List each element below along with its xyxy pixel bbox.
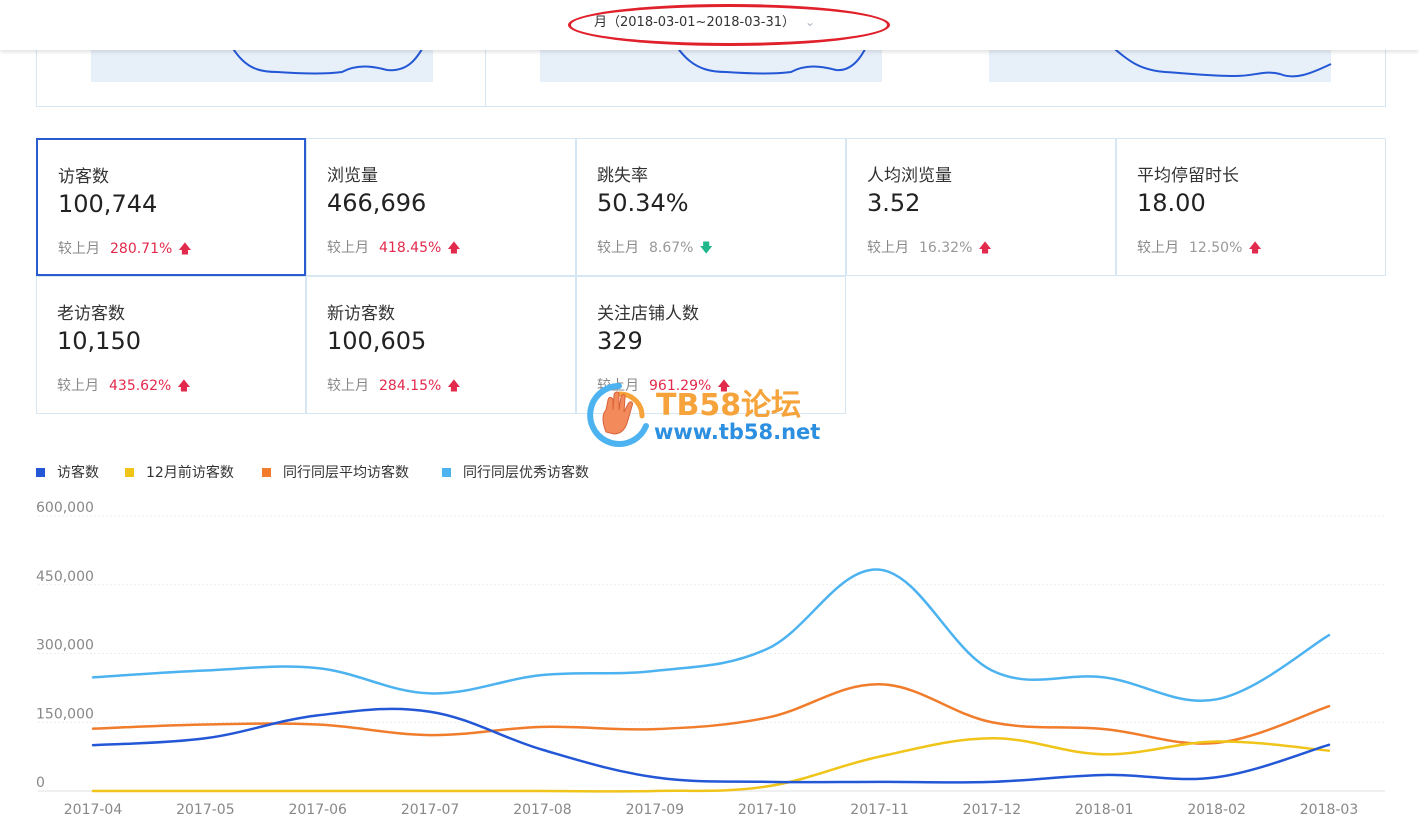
metric-card-new-visitors[interactable]: 新访客数 100,605 较上月 284.15% 🡅 — [306, 276, 576, 414]
compare-percent: 12.50% — [1189, 240, 1243, 256]
metric-value: 100,605 — [327, 327, 427, 355]
y-tick-label: 150,000 — [36, 706, 94, 722]
metric-label: 新访客数 — [327, 304, 395, 324]
legend-item-visitors[interactable]: 访客数 — [36, 462, 99, 482]
metric-compare: 较上月 418.45% 🡅 — [327, 237, 461, 261]
metric-compare: 较上月 280.71% 🡅 — [58, 238, 192, 262]
metric-value: 100,744 — [58, 190, 158, 218]
metric-compare: 较上月 16.32% 🡅 — [867, 237, 992, 261]
metric-label: 老访客数 — [57, 304, 125, 324]
x-tick-label: 2017-10 — [738, 802, 797, 818]
series-line-peer-top — [91, 568, 1331, 702]
legend-label: 12月前访客数 — [146, 465, 234, 481]
metric-card-pageviews[interactable]: 浏览量 466,696 较上月 418.45% 🡅 — [306, 138, 576, 276]
metric-label: 平均停留时长 — [1137, 166, 1239, 186]
compare-label: 较上月 — [57, 378, 99, 394]
y-tick-label: 300,000 — [36, 638, 94, 654]
metric-card-avg-stay-time[interactable]: 平均停留时长 18.00 较上月 12.50% 🡅 — [1116, 138, 1386, 276]
metric-compare: 较上月 8.67% 🡇 — [597, 237, 713, 261]
metric-value: 3.52 — [867, 189, 921, 217]
x-tick-label: 2017-12 — [963, 802, 1022, 818]
x-tick-label: 2017-11 — [850, 802, 909, 818]
compare-percent: 435.62% — [109, 378, 172, 394]
date-range-label: 月（2018-03-01~2018-03-31） — [594, 15, 795, 30]
legend-label: 同行同层优秀访客数 — [463, 465, 589, 481]
compare-percent: 280.71% — [110, 241, 173, 257]
compare-label: 较上月 — [327, 240, 369, 256]
series-line-peer-avg — [91, 682, 1331, 745]
compare-percent: 418.45% — [379, 240, 442, 256]
compare-percent: 284.15% — [379, 378, 442, 394]
arrow-up-icon: 🡅 — [978, 241, 992, 256]
compare-label: 较上月 — [867, 240, 909, 256]
x-tick-label: 2017-07 — [401, 802, 460, 818]
metric-card-visitors[interactable]: 访客数 100,744 较上月 280.71% 🡅 — [36, 138, 306, 276]
compare-label: 较上月 — [597, 378, 639, 394]
arrow-up-icon: 🡅 — [447, 379, 461, 394]
x-tick-label: 2018-03 — [1300, 802, 1359, 818]
metric-value: 10,150 — [57, 327, 141, 355]
compare-percent: 16.32% — [919, 240, 973, 256]
metric-label: 关注店铺人数 — [597, 304, 699, 324]
metric-compare: 较上月 284.15% 🡅 — [327, 375, 461, 399]
metric-compare: 较上月 12.50% 🡅 — [1137, 237, 1262, 261]
arrow-down-icon: 🡇 — [699, 241, 713, 256]
metric-card-store-followers[interactable]: 关注店铺人数 329 较上月 961.29% 🡅 — [576, 276, 846, 414]
legend-label: 访客数 — [57, 465, 99, 481]
legend-item-prev12[interactable]: 12月前访客数 — [125, 462, 234, 482]
arrow-up-icon: 🡅 — [447, 241, 461, 256]
metric-label: 跳失率 — [597, 166, 648, 186]
compare-percent: 961.29% — [649, 378, 712, 394]
legend-swatch — [36, 467, 45, 477]
x-tick-label: 2017-06 — [288, 802, 347, 818]
series-line-visitors — [91, 707, 1331, 784]
legend-item-peer-top[interactable]: 同行同层优秀访客数 — [442, 462, 589, 482]
y-tick-label: 450,000 — [36, 569, 94, 585]
metric-value: 466,696 — [327, 189, 427, 217]
legend-item-peer-avg[interactable]: 同行同层平均访客数 — [262, 462, 409, 482]
metric-compare: 较上月 435.62% 🡅 — [57, 375, 191, 399]
x-tick-label: 2017-09 — [626, 802, 685, 818]
date-range-dropdown[interactable]: 月（2018-03-01~2018-03-31） ⌄ — [594, 12, 815, 32]
arrow-up-icon: 🡅 — [717, 379, 731, 394]
x-tick-label: 2017-04 — [64, 802, 123, 818]
visitors-trend-chart: 0 150,000 300,000 450,000 600,000 2017-04 2017… — [36, 500, 1385, 818]
legend-swatch — [442, 467, 451, 477]
metric-value: 50.34% — [597, 189, 689, 217]
metric-card-returning-visitors[interactable]: 老访客数 10,150 较上月 435.62% 🡅 — [36, 276, 306, 414]
compare-label: 较上月 — [1137, 240, 1179, 256]
series-line-prev12 — [91, 737, 1331, 793]
compare-label: 较上月 — [327, 378, 369, 394]
compare-percent: 8.67% — [649, 240, 694, 256]
y-tick-label: 0 — [36, 775, 45, 791]
compare-label: 较上月 — [597, 240, 639, 256]
metric-label: 人均浏览量 — [867, 166, 952, 186]
x-tick-label: 2018-01 — [1075, 802, 1134, 818]
metric-value: 18.00 — [1137, 189, 1206, 217]
x-tick-label: 2018-02 — [1187, 802, 1246, 818]
metric-label: 浏览量 — [327, 166, 378, 186]
metric-compare: 较上月 961.29% 🡅 — [597, 375, 731, 399]
y-tick-label: 600,000 — [36, 500, 94, 516]
arrow-up-icon: 🡅 — [1248, 241, 1262, 256]
metric-card-bounce-rate[interactable]: 跳失率 50.34% 较上月 8.67% 🡇 — [576, 138, 846, 276]
x-tick-label: 2017-05 — [176, 802, 235, 818]
x-tick-label: 2017-08 — [513, 802, 572, 818]
legend-swatch — [262, 467, 271, 477]
legend-label: 同行同层平均访客数 — [283, 465, 409, 481]
metric-value: 329 — [597, 327, 643, 355]
arrow-up-icon: 🡅 — [177, 379, 191, 394]
arrow-up-icon: 🡅 — [178, 242, 192, 257]
compare-label: 较上月 — [58, 241, 100, 257]
date-filter-bar: 月（2018-03-01~2018-03-31） ⌄ — [0, 0, 1419, 50]
watermark-url: www.tb58.net — [654, 420, 821, 444]
metric-label: 访客数 — [58, 167, 109, 187]
metric-card-avg-pageviews[interactable]: 人均浏览量 3.52 较上月 16.32% 🡅 — [846, 138, 1116, 276]
chevron-down-icon: ⌄ — [805, 15, 816, 29]
legend-swatch — [125, 467, 134, 477]
